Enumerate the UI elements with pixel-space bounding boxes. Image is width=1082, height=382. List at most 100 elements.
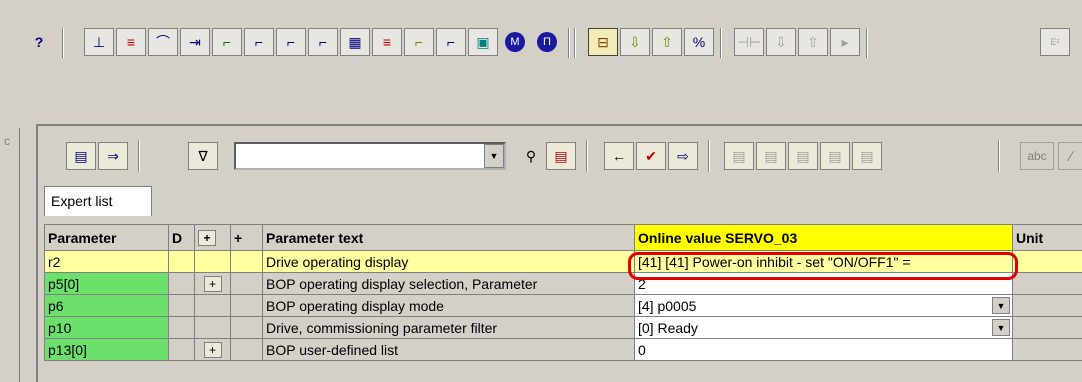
cell-plus (194, 250, 231, 273)
motor-icon[interactable]: M (500, 28, 530, 56)
filter-combo[interactable]: ▼ (234, 142, 506, 170)
tab-expert-list[interactable]: Expert list (44, 186, 152, 216)
toolbar-separator (866, 28, 868, 58)
io-icon[interactable]: ⌐ (436, 28, 466, 56)
check-icon[interactable]: ✔ (636, 142, 666, 170)
tab-label: Expert list (51, 193, 113, 209)
cell-plus2 (230, 338, 263, 361)
toolbar-separator (574, 28, 576, 58)
param-number: r2 (44, 250, 169, 273)
toolbar-separator (138, 140, 140, 172)
abc-button: abc (1020, 142, 1054, 170)
main-toolbar: ? ⊥ ≡ ⌒ ⇥ ⌐ ⌐ ⌐ ⌐ ▦ ≡ ⌐ ⌐ ▣ M Π ⊟ ⇩ ⇧ % … (0, 20, 1082, 64)
online-value-select[interactable]: [4] p0005 ▼ (634, 294, 1013, 317)
download-icon[interactable]: ⇩ (620, 28, 650, 56)
pen-icon: ∕ (1058, 142, 1082, 170)
unit-cell (1012, 272, 1082, 295)
online-value[interactable]: 0 (634, 338, 1013, 361)
current-icon[interactable]: ⌐ (212, 28, 242, 56)
ramp-icon[interactable]: ⌒ (148, 28, 178, 56)
online-value[interactable]: 2 (634, 272, 1013, 295)
unit-cell (1012, 250, 1082, 273)
online-icon[interactable]: ⊟ (588, 28, 618, 56)
param-icon-2: ▤ (756, 142, 786, 170)
toolbar-separator (708, 140, 710, 172)
table-header-row: Parameter D + + Parameter text Online va… (44, 224, 1082, 251)
unit-cell (1012, 338, 1082, 361)
cell-plus[interactable]: + (194, 272, 231, 295)
encoder-icon[interactable]: ▦ (340, 28, 370, 56)
param-number: p13[0] (44, 338, 169, 361)
copy-icon: ⇧ (798, 28, 828, 56)
col-parameter[interactable]: Parameter (44, 224, 169, 251)
cell-plus2 (230, 250, 263, 273)
unit-cell (1012, 294, 1082, 317)
forward-icon[interactable]: ⇨ (668, 142, 698, 170)
find-icon[interactable]: ▤ (546, 142, 576, 170)
toolbar-separator (998, 140, 1000, 172)
toolbar-separator (62, 28, 64, 58)
online-value-select[interactable]: [0] Ready ▼ (634, 316, 1013, 339)
terminal-icon[interactable]: ▣ (468, 28, 498, 56)
help-icon[interactable]: ? (24, 28, 54, 56)
inertia-icon[interactable]: ⌐ (404, 28, 434, 56)
col-plus-1[interactable]: + (194, 224, 231, 251)
limit-icon[interactable]: ⌐ (276, 28, 306, 56)
table-row[interactable]: p6 BOP operating display mode [4] p0005 ▼ (44, 294, 1082, 317)
param-number: p5[0] (44, 272, 169, 295)
parameter-table: Parameter D + + Parameter text Online va… (44, 224, 1082, 361)
col-online-value[interactable]: Online value SERVO_03 (634, 224, 1013, 251)
cell-d (168, 338, 195, 361)
compare-icon: ⊣⊢ (734, 28, 764, 56)
table-row[interactable]: p10 Drive, commissioning parameter filte… (44, 316, 1082, 339)
ram-to-rom-icon[interactable]: % (684, 28, 714, 56)
param-icon-4: ▤ (820, 142, 850, 170)
chevron-down-icon[interactable]: ▼ (484, 144, 504, 168)
setpoint-icon[interactable]: ≡ (116, 28, 146, 56)
chevron-down-icon[interactable]: ▼ (992, 297, 1010, 314)
goto-icon[interactable]: ⇒ (98, 142, 128, 170)
table-row[interactable]: r2 Drive operating display [41] [41] Pow… (44, 250, 1082, 273)
binoculars-icon[interactable]: ⚲ (516, 142, 546, 170)
expert-list-panel: ▤ ⇒ ∇ ▼ ⚲ ▤ ← ✔ ⇨ ▤ ▤ ▤ ▤ ▤ abc ∕ Expert… (36, 124, 1082, 382)
cell-plus (194, 294, 231, 317)
chevron-down-icon[interactable]: ▼ (992, 319, 1010, 336)
param-number: p10 (44, 316, 169, 339)
drive-icon[interactable]: ⌐ (308, 28, 338, 56)
col-unit[interactable]: Unit (1012, 224, 1082, 251)
e2prom-icon: E² (1040, 28, 1070, 56)
jog-icon[interactable]: ⊥ (84, 28, 114, 56)
cell-plus2 (230, 272, 263, 295)
param-text: Drive operating display (262, 250, 635, 273)
position-icon[interactable]: ≡ (372, 28, 402, 56)
upload-icon[interactable]: ⇧ (652, 28, 682, 56)
open-icon: ▸ (830, 28, 860, 56)
torque-icon[interactable]: ⌐ (244, 28, 274, 56)
param-text: BOP operating display selection, Paramet… (262, 272, 635, 295)
table-row[interactable]: p5[0] + BOP operating display selection,… (44, 272, 1082, 295)
toolbar-separator (568, 28, 570, 58)
online-value: [41] [41] Power-on inhibit - set "ON/OFF… (634, 250, 1013, 273)
param-icon-1: ▤ (724, 142, 754, 170)
filter-icon[interactable]: ∇ (188, 142, 218, 170)
cell-d (168, 272, 195, 295)
save-icon: ⇩ (766, 28, 796, 56)
table-row[interactable]: p13[0] + BOP user-defined list 0 (44, 338, 1082, 361)
cell-plus[interactable]: + (194, 338, 231, 361)
cell-plus2 (230, 294, 263, 317)
cell-d (168, 294, 195, 317)
speed-controller-icon[interactable]: ⇥ (180, 28, 210, 56)
param-number: p6 (44, 294, 169, 317)
col-parameter-text[interactable]: Parameter text (262, 224, 635, 251)
col-d[interactable]: D (168, 224, 195, 251)
param-text: BOP user-defined list (262, 338, 635, 361)
back-arrow-icon[interactable]: ← (604, 142, 634, 170)
col-plus-2[interactable]: + (230, 224, 263, 251)
pulse-icon[interactable]: Π (532, 28, 562, 56)
parameter-info-icon[interactable]: ▤ (66, 142, 96, 170)
param-icon-3: ▤ (788, 142, 818, 170)
param-icon-5: ▤ (852, 142, 882, 170)
param-text: BOP operating display mode (262, 294, 635, 317)
toolbar-separator (720, 28, 722, 58)
cell-plus (194, 316, 231, 339)
